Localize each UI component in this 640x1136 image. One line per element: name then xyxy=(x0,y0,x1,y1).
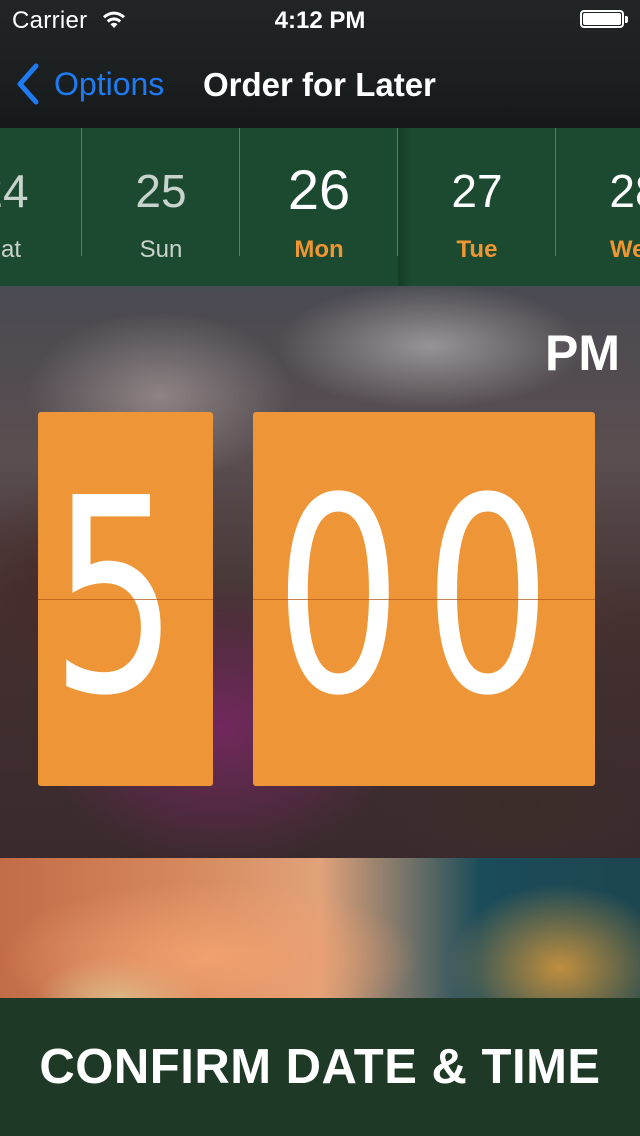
date-weekday: Wed xyxy=(609,236,640,263)
time-picker: PM 5 00 xyxy=(0,286,640,858)
status-bar: Carrier 4:12 PM xyxy=(0,0,640,40)
date-item-mon-selected[interactable]: 26 Mon xyxy=(240,128,398,286)
date-number: 24 xyxy=(0,165,29,217)
date-number: 27 xyxy=(451,165,503,217)
back-button-label: Options xyxy=(54,65,165,102)
date-number: 26 xyxy=(287,158,351,221)
confirm-date-time-button[interactable]: CONFIRM DATE & TIME xyxy=(0,998,640,1136)
food-photo-background xyxy=(0,858,640,998)
clock-label: 4:12 PM xyxy=(274,7,366,34)
date-weekday: Sat xyxy=(0,236,22,263)
chevron-left-icon xyxy=(17,63,39,105)
date-item-wed[interactable]: 28 Wed xyxy=(556,128,640,286)
page-title: Order for Later xyxy=(203,66,436,103)
battery-icon xyxy=(580,10,630,30)
minute-flip-card[interactable]: 00 xyxy=(253,412,595,786)
date-weekday: Sun xyxy=(139,236,183,263)
hour-flip-card[interactable]: 5 xyxy=(38,412,213,786)
flip-card-hinge xyxy=(253,599,595,600)
date-number: 28 xyxy=(609,165,640,217)
date-item-tue[interactable]: 27 Tue xyxy=(398,128,556,286)
date-picker-strip[interactable]: 24 Sat 25 Sun 26 Mon 27 Tue 28 Wed xyxy=(0,128,640,286)
meridiem-toggle[interactable]: PM xyxy=(545,324,620,382)
date-weekday: Mon xyxy=(294,236,344,263)
date-number: 25 xyxy=(135,165,187,217)
navigation-bar: Options Order for Later xyxy=(0,40,640,128)
flip-card-hinge xyxy=(38,599,213,600)
date-weekday: Tue xyxy=(456,236,498,263)
back-button[interactable]: Options xyxy=(14,62,164,106)
date-item-sun[interactable]: 25 Sun xyxy=(82,128,240,286)
date-item-sat[interactable]: 24 Sat xyxy=(0,128,82,286)
header: Carrier 4:12 PM Options Order for Later xyxy=(0,0,640,128)
confirm-button-label: CONFIRM DATE & TIME xyxy=(39,1040,601,1094)
